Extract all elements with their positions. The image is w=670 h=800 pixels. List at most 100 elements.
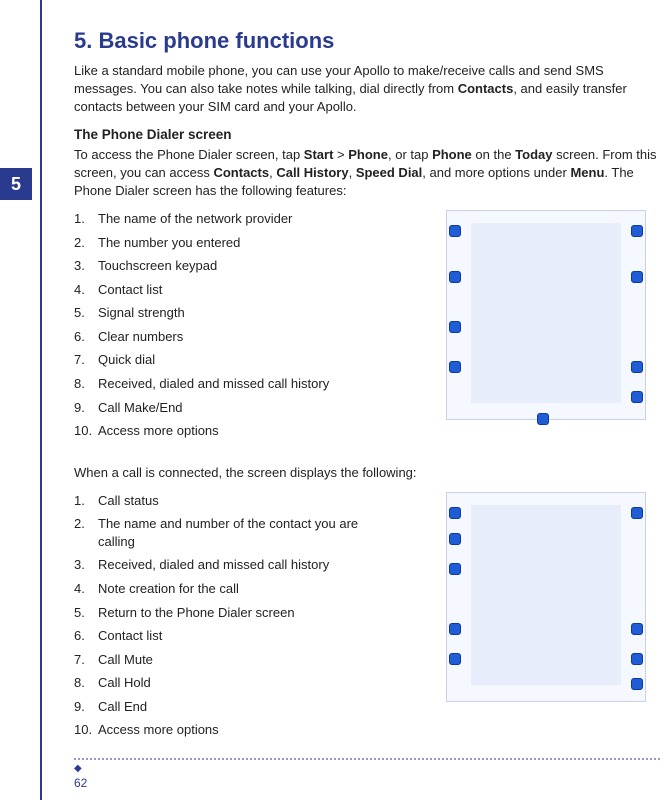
text-run: on the xyxy=(472,147,515,162)
text-run: , or tap xyxy=(388,147,432,162)
callout-marker xyxy=(631,271,643,283)
dialer-feature-list: 1.The name of the network provider2.The … xyxy=(74,210,394,439)
dialer-screenshot xyxy=(446,210,646,420)
callout-marker xyxy=(449,653,461,665)
list-item: 7.Quick dial xyxy=(74,351,394,369)
callout-marker xyxy=(631,678,643,690)
page-footer: ◆ 62 xyxy=(74,763,87,790)
list-item-number: 5. xyxy=(74,604,98,622)
callout-marker xyxy=(449,225,461,237)
list-item-label: Touchscreen keypad xyxy=(98,257,217,275)
list-item: 9.Call End xyxy=(74,698,394,716)
list-item-label: Contact list xyxy=(98,281,162,299)
list-item: 4.Contact list xyxy=(74,281,394,299)
list-item: 8.Received, dialed and missed call histo… xyxy=(74,375,394,393)
bold-term: Contacts xyxy=(213,165,269,180)
list-item-label: Received, dialed and missed call history xyxy=(98,375,329,393)
list-item-number: 8. xyxy=(74,674,98,692)
callout-marker xyxy=(449,507,461,519)
list-item-number: 5. xyxy=(74,304,98,322)
callout-marker xyxy=(449,533,461,545)
list-item: 10.Access more options xyxy=(74,721,394,739)
connected-call-intro: When a call is connected, the screen dis… xyxy=(74,464,666,482)
dialer-paragraph: To access the Phone Dialer screen, tap S… xyxy=(74,146,666,201)
list-item: 9.Call Make/End xyxy=(74,399,394,417)
list-item-number: 6. xyxy=(74,328,98,346)
list-item: 2.The name and number of the contact you… xyxy=(74,515,394,550)
bold-term: Contacts xyxy=(458,81,514,96)
list-item-number: 2. xyxy=(74,515,98,550)
list-item-label: Return to the Phone Dialer screen xyxy=(98,604,295,622)
list-item: 5.Return to the Phone Dialer screen xyxy=(74,604,394,622)
list-item-label: Access more options xyxy=(98,721,219,739)
list-item-number: 10. xyxy=(74,422,98,440)
bold-term: Call History xyxy=(276,165,348,180)
list-item-label: Call status xyxy=(98,492,159,510)
chapter-number: 5 xyxy=(11,174,21,195)
callout-marker xyxy=(449,563,461,575)
connected-call-list: 1.Call status2.The name and number of th… xyxy=(74,492,394,739)
callout-marker xyxy=(631,653,643,665)
callout-marker xyxy=(537,413,549,425)
list-item-label: Quick dial xyxy=(98,351,155,369)
list-item-number: 9. xyxy=(74,399,98,417)
callout-marker xyxy=(449,321,461,333)
list-item: 3.Touchscreen keypad xyxy=(74,257,394,275)
list-item-number: 2. xyxy=(74,234,98,252)
list-item-label: Note creation for the call xyxy=(98,580,239,598)
bold-term: Start xyxy=(304,147,334,162)
list-item-number: 10. xyxy=(74,721,98,739)
list-item-number: 6. xyxy=(74,627,98,645)
bold-term: Phone xyxy=(348,147,388,162)
list-item-number: 1. xyxy=(74,210,98,228)
list-item-label: Call Hold xyxy=(98,674,151,692)
bold-term: Phone xyxy=(432,147,472,162)
list-item-label: Clear numbers xyxy=(98,328,183,346)
list-item-label: The name and number of the contact you a… xyxy=(98,515,394,550)
list-item-number: 3. xyxy=(74,257,98,275)
callout-marker xyxy=(631,225,643,237)
list-item-label: Call Make/End xyxy=(98,399,183,417)
footer-rule xyxy=(74,758,660,760)
bold-term: Speed Dial xyxy=(356,165,422,180)
footer-diamond-icon: ◆ xyxy=(74,763,87,774)
list-item-number: 7. xyxy=(74,351,98,369)
callout-marker xyxy=(449,361,461,373)
list-item-label: The name of the network provider xyxy=(98,210,292,228)
list-item: 3.Received, dialed and missed call histo… xyxy=(74,556,394,574)
callout-marker xyxy=(631,361,643,373)
connected-call-screenshot xyxy=(446,492,646,702)
left-margin-rail: 5 xyxy=(0,0,42,800)
list-item-label: Contact list xyxy=(98,627,162,645)
subheading-dialer: The Phone Dialer screen xyxy=(74,127,666,142)
text-run: To access the Phone Dialer screen, tap xyxy=(74,147,304,162)
list-item: 1.The name of the network provider xyxy=(74,210,394,228)
intro-paragraph: Like a standard mobile phone, you can us… xyxy=(74,62,666,117)
list-item-label: Call Mute xyxy=(98,651,153,669)
list-item-number: 9. xyxy=(74,698,98,716)
list-item-number: 8. xyxy=(74,375,98,393)
text-run: , and more options under xyxy=(422,165,570,180)
list-item: 5.Signal strength xyxy=(74,304,394,322)
list-item-number: 1. xyxy=(74,492,98,510)
text-run: > xyxy=(333,147,348,162)
page-content: 5. Basic phone functions Like a standard… xyxy=(74,28,666,745)
list-item-number: 7. xyxy=(74,651,98,669)
list-item: 7.Call Mute xyxy=(74,651,394,669)
bold-term: Menu xyxy=(570,165,604,180)
list-item-number: 4. xyxy=(74,281,98,299)
list-item: 4.Note creation for the call xyxy=(74,580,394,598)
list-item-number: 4. xyxy=(74,580,98,598)
list-item-number: 3. xyxy=(74,556,98,574)
callout-marker xyxy=(449,271,461,283)
list-item: 2.The number you entered xyxy=(74,234,394,252)
callout-marker xyxy=(631,507,643,519)
list-item: 6.Clear numbers xyxy=(74,328,394,346)
connected-call-block: 1.Call status2.The name and number of th… xyxy=(74,492,666,739)
list-item-label: The number you entered xyxy=(98,234,240,252)
page-number: 62 xyxy=(74,776,87,790)
dialer-features-block: 1.The name of the network provider2.The … xyxy=(74,210,666,439)
page-title: 5. Basic phone functions xyxy=(74,28,666,54)
list-item: 10.Access more options xyxy=(74,422,394,440)
list-item-label: Signal strength xyxy=(98,304,185,322)
